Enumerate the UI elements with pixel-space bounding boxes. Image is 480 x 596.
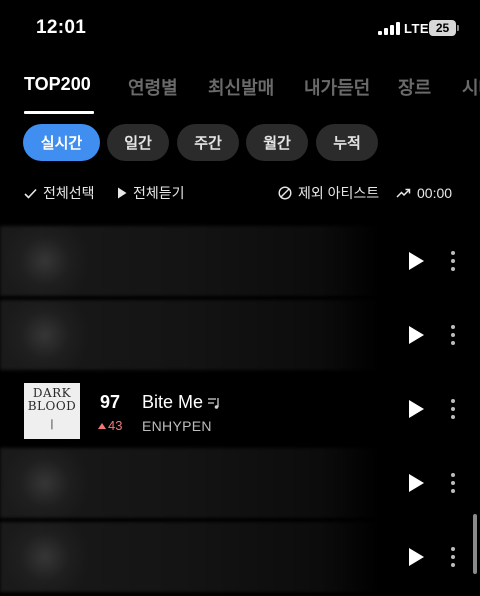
chip-realtime[interactable]: 실시간 <box>23 124 100 161</box>
song-artist[interactable]: ENHYPEN <box>142 418 212 434</box>
play-icon[interactable] <box>406 546 426 568</box>
chip-monthly[interactable]: 월간 <box>246 124 308 161</box>
chart-toolbar: 전체선택 전체듣기 제외 아티스트 00:00 <box>0 176 480 210</box>
song-title: Bite Me <box>142 392 204 412</box>
play-icon[interactable] <box>406 398 426 420</box>
tab-genre[interactable]: 장르 <box>398 74 431 100</box>
tab-top200[interactable]: TOP200 <box>24 74 91 95</box>
scrollbar[interactable] <box>473 514 477 574</box>
status-time: 12:01 <box>36 17 87 38</box>
tab-age[interactable]: 연령별 <box>128 74 178 100</box>
chip-cumulative[interactable]: 누적 <box>316 124 378 161</box>
trend-icon <box>396 188 411 198</box>
network-label: LTE <box>404 21 430 36</box>
chip-weekly[interactable]: 주간 <box>177 124 239 161</box>
play-all-label: 전체듣기 <box>133 185 185 201</box>
battery-icon: 25 <box>429 20 459 36</box>
more-options-icon[interactable] <box>446 249 460 273</box>
tab-my-history[interactable]: 내가듣던 <box>304 74 370 100</box>
tab-era[interactable]: 시대 <box>462 74 480 100</box>
signal-icon <box>378 22 400 35</box>
status-bar: 12:01 LTE 25 <box>0 0 480 56</box>
lyrics-icon[interactable] <box>207 396 221 410</box>
song-rank: 97 <box>100 392 121 412</box>
more-options-icon[interactable] <box>446 397 460 421</box>
rank-change-value: 43 <box>108 418 123 433</box>
exclude-artist-label: 제외 아티스트 <box>298 185 380 201</box>
tab-indicator <box>24 111 94 114</box>
chart-tabs: TOP200 연령별 최신발매 내가듣던 장르 시대 <box>0 62 480 114</box>
more-options-icon[interactable] <box>446 471 460 495</box>
play-icon[interactable] <box>406 472 426 494</box>
rank-change: 43 <box>98 418 122 433</box>
chart-time-label: 00:00 <box>417 185 453 201</box>
block-icon <box>278 186 292 200</box>
check-icon <box>24 188 37 199</box>
exclude-artist-button[interactable]: 제외 아티스트 <box>278 183 379 203</box>
chip-daily[interactable]: 일간 <box>107 124 169 161</box>
play-icon[interactable] <box>406 324 426 346</box>
select-all-label: 전체선택 <box>43 185 95 201</box>
album-art: DARK BLOOD ❘ <box>24 383 80 439</box>
tab-latest[interactable]: 최신발매 <box>208 74 274 100</box>
select-all-button[interactable]: 전체선택 <box>24 183 95 203</box>
play-icon[interactable] <box>406 250 426 272</box>
play-icon <box>118 187 127 199</box>
album-art-title: DARK BLOOD <box>27 386 77 413</box>
more-options-icon[interactable] <box>446 545 460 569</box>
rank-up-icon <box>98 422 106 429</box>
play-all-button[interactable]: 전체듣기 <box>117 183 185 203</box>
more-options-icon[interactable] <box>446 323 460 347</box>
chart-time-button[interactable]: 00:00 <box>396 183 452 203</box>
